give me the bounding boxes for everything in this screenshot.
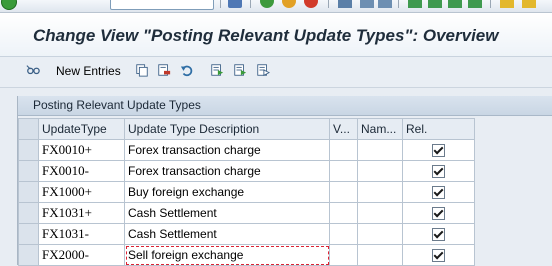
toolbar-separator [398,0,399,8]
cancel-icon[interactable] [304,0,318,8]
print-icon[interactable] [338,0,352,8]
row-selector[interactable] [18,244,39,266]
update-type-cell: FX2000- [38,244,125,266]
description-cell[interactable]: Forex transaction charge [124,160,330,182]
update-type-cell: FX0010+ [38,139,125,161]
name-cell[interactable] [357,202,403,224]
row-selector[interactable] [18,139,39,161]
table-header-row: UpdateType Update Type Description V... … [18,118,475,140]
relevant-cell [402,223,475,245]
v-cell[interactable] [329,223,358,245]
relevant-cell [402,181,475,203]
new-entries-button[interactable]: New Entries [56,64,121,78]
column-header-update-type[interactable]: UpdateType [38,118,125,140]
row-selector[interactable] [18,181,39,203]
relevant-cell [402,202,475,224]
undo-icon[interactable] [180,63,194,77]
relevant-checkbox[interactable] [432,228,445,242]
name-cell[interactable] [357,244,403,266]
toolbar-separator [490,0,491,8]
table-row: FX0010+ Forex transaction charge [18,139,475,161]
table-row: FX2000- Sell foreign exchange [18,244,475,266]
application-toolbar: New Entries [0,57,552,88]
relevant-cell [402,244,475,266]
row-selector[interactable] [18,202,39,224]
find-icon[interactable] [360,0,374,8]
column-header-relevant[interactable]: Rel. [402,118,475,140]
update-type-cell: FX1000+ [38,181,125,203]
relevant-checkbox[interactable] [432,249,445,263]
system-toolbar [0,0,552,13]
last-page-icon[interactable] [468,0,482,8]
v-cell[interactable] [329,139,358,161]
column-header-description[interactable]: Update Type Description [124,118,330,140]
relevant-checkbox[interactable] [432,186,445,200]
table-row: FX1031- Cash Settlement [18,223,475,245]
description-cell[interactable]: Cash Settlement [124,202,330,224]
update-type-cell: FX1031+ [38,202,125,224]
table-row: FX1031+ Cash Settlement [18,202,475,224]
relevant-checkbox[interactable] [432,144,445,158]
table-panel-header: Posting Relevant Update Types [18,96,552,116]
relevant-checkbox[interactable] [432,207,445,221]
relevant-checkbox[interactable] [432,165,445,179]
update-type-cell: FX0010- [38,160,125,182]
name-cell[interactable] [357,160,403,182]
delete-icon[interactable] [157,63,171,77]
relevant-cell [402,160,475,182]
toolbar-separator [328,0,329,8]
v-cell[interactable] [329,160,358,182]
find-next-icon[interactable] [378,0,392,8]
title-bar: Change View "Posting Relevant Update Typ… [0,13,552,57]
name-cell[interactable] [357,181,403,203]
command-field[interactable] [110,0,214,10]
exit-icon[interactable] [282,0,296,8]
select-all-icon[interactable] [210,63,224,77]
v-cell[interactable] [329,202,358,224]
table-panel-title: Posting Relevant Update Types [33,98,201,112]
page-title: Change View "Posting Relevant Update Typ… [33,26,499,45]
deselect-all-icon[interactable] [256,63,270,77]
name-cell[interactable] [357,139,403,161]
select-block-icon[interactable] [233,63,247,77]
first-page-icon[interactable] [408,0,422,8]
name-cell[interactable] [357,223,403,245]
v-cell[interactable] [329,181,358,203]
select-all-rows-button[interactable] [18,118,39,140]
row-selector[interactable] [18,160,39,182]
relevant-cell [402,139,475,161]
shortcut-icon[interactable] [522,0,536,8]
update-type-cell: FX1031- [38,223,125,245]
glasses-icon[interactable] [26,63,40,77]
copy-icon[interactable] [135,63,149,77]
column-header-v[interactable]: V... [329,118,358,140]
description-cell[interactable]: Forex transaction charge [124,139,330,161]
toolbar-separator [220,0,221,8]
description-cell[interactable]: Sell foreign exchange [124,244,330,266]
description-cell[interactable]: Buy foreign exchange [124,181,330,203]
column-header-name[interactable]: Nam... [357,118,403,140]
save-icon[interactable] [228,0,242,8]
toolbar-separator [250,0,251,8]
table-row: FX0010- Forex transaction charge [18,160,475,182]
update-types-table: UpdateType Update Type Description V... … [18,118,475,266]
table-empty-area [474,118,552,265]
next-page-icon[interactable] [448,0,462,8]
description-cell[interactable]: Cash Settlement [124,223,330,245]
previous-page-icon[interactable] [428,0,442,8]
new-session-icon[interactable] [500,0,514,8]
back-icon[interactable] [260,0,274,8]
row-selector[interactable] [18,223,39,245]
table-row: FX1000+ Buy foreign exchange [18,181,475,203]
enter-icon[interactable] [1,0,17,10]
v-cell[interactable] [329,244,358,266]
